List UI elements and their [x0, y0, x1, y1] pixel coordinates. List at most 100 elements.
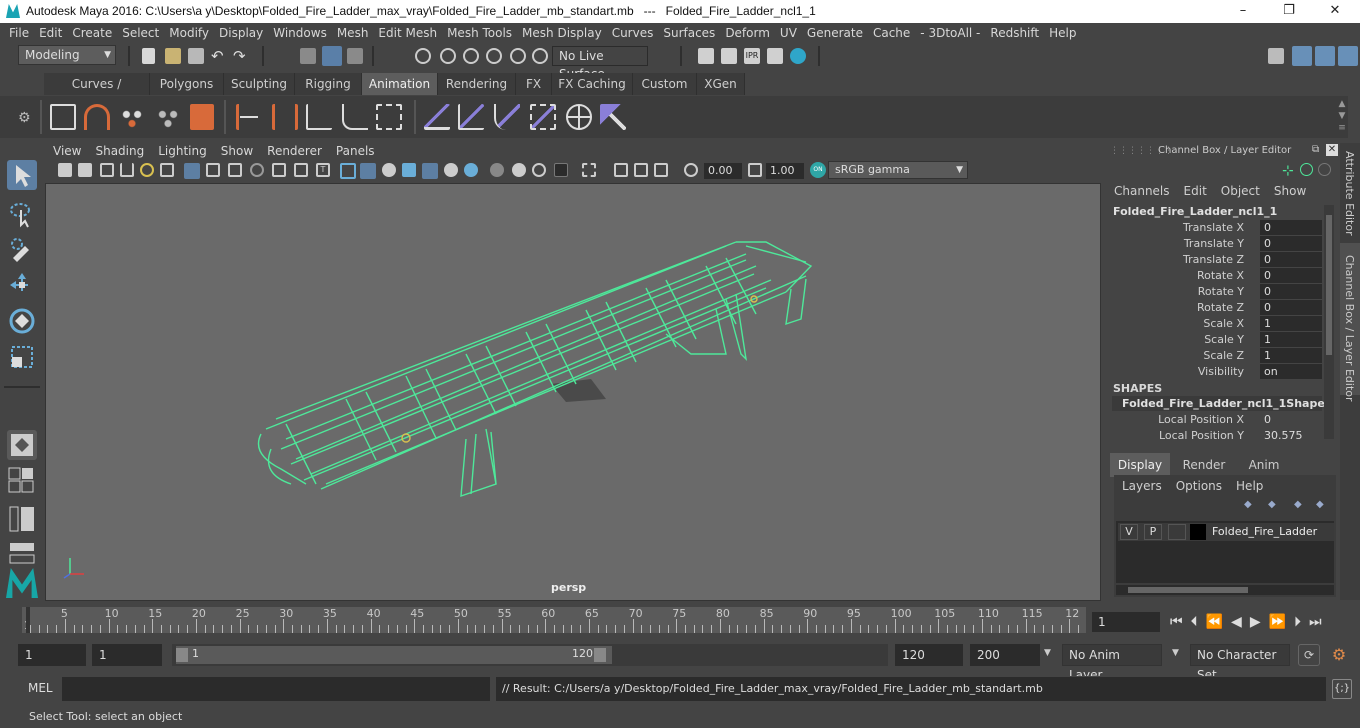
snap-to-view-plane-icon[interactable] — [486, 48, 502, 64]
tab-render[interactable]: Render — [1174, 453, 1234, 477]
select-tool-icon[interactable] — [7, 160, 37, 190]
cb-menu-object[interactable]: Object — [1221, 184, 1260, 198]
close-button[interactable]: ✕ — [1320, 2, 1350, 20]
attr-local-position-y[interactable]: Local Position Y 30.575 — [1104, 428, 1324, 444]
time-slider[interactable]: 1 51015202530354045505560657075808590951… — [22, 607, 1086, 633]
tab-animation[interactable]: Animation — [362, 73, 438, 95]
render-current-frame-icon[interactable] — [721, 48, 737, 64]
attr-value[interactable]: 0 — [1260, 284, 1322, 299]
shadows-icon[interactable] — [464, 163, 478, 177]
layer-hscrollbar[interactable] — [1116, 585, 1334, 595]
layer-menu-help[interactable]: Help — [1236, 479, 1263, 493]
wireframe-on-shaded-icon[interactable] — [382, 163, 396, 177]
layer-playback-toggle[interactable]: P — [1144, 524, 1162, 540]
safe-title-icon[interactable]: T — [316, 163, 330, 177]
make-live-icon[interactable] — [532, 48, 548, 64]
playback-start-field[interactable]: 1 — [92, 644, 162, 666]
vp-menu-shading[interactable]: Shading — [86, 143, 149, 160]
motion-blur-icon[interactable] — [512, 163, 526, 177]
maximize-button[interactable]: ❐ — [1274, 2, 1304, 20]
toggle-channel-box-icon[interactable] — [1338, 46, 1358, 66]
attr-value[interactable]: 1 — [1260, 348, 1322, 363]
tab-attribute-editor[interactable]: Attribute Editor — [1343, 151, 1356, 236]
script-editor-icon[interactable]: {;} — [1332, 679, 1352, 699]
2d-pan-zoom-icon[interactable] — [140, 163, 154, 177]
tab-rendering[interactable]: Rendering — [438, 73, 516, 95]
dope-sheet-icon[interactable] — [118, 104, 146, 130]
open-scene-icon[interactable] — [165, 48, 181, 64]
xray-joints-icon[interactable] — [654, 163, 668, 177]
menu-curves[interactable]: Curves — [607, 23, 659, 43]
new-layer-icon[interactable]: ◆ — [1244, 499, 1258, 510]
range-start-handle[interactable] — [176, 648, 188, 662]
channel-box-sync-icon[interactable] — [1300, 163, 1313, 176]
select-by-component-icon[interactable] — [347, 48, 363, 64]
chevron-down-icon[interactable]: ▼ — [1172, 648, 1179, 658]
attr-translate-y[interactable]: Translate Y 0 — [1104, 236, 1324, 252]
tab-custom[interactable]: Custom — [633, 73, 697, 95]
hypershade-icon[interactable] — [790, 48, 806, 64]
menu-deform[interactable]: Deform — [720, 23, 775, 43]
rotate-tool-icon[interactable] — [7, 306, 37, 336]
bookmark-icon[interactable] — [100, 163, 114, 177]
menu-cache[interactable]: Cache — [868, 23, 915, 43]
cb-menu-show[interactable]: Show — [1274, 184, 1306, 198]
layer-display-type-toggle[interactable] — [1168, 524, 1186, 540]
menu-edit-mesh[interactable]: Edit Mesh — [373, 23, 442, 43]
playback-end-field[interactable]: 120 — [895, 644, 963, 666]
tab-fx[interactable]: FX — [516, 73, 552, 95]
set-key-icon[interactable] — [236, 104, 262, 130]
four-view-layout-icon[interactable] — [7, 466, 37, 496]
screen-space-ao-icon[interactable] — [490, 163, 504, 177]
grease-pencil-icon[interactable] — [160, 163, 174, 177]
step-back-key-icon[interactable]: ⏪ — [1206, 614, 1231, 630]
layer-menu-layers[interactable]: Layers — [1122, 479, 1162, 493]
attr-value[interactable]: on — [1260, 364, 1322, 379]
wireframe-icon[interactable] — [340, 163, 356, 179]
move-tool-icon[interactable] — [7, 270, 37, 300]
attr-translate-x[interactable]: Translate X 0 — [1104, 220, 1324, 236]
auto-key-icon[interactable]: ⟳ — [1298, 644, 1320, 666]
move-layer-up-icon[interactable]: ◆ — [1294, 499, 1308, 510]
attr-local-position-x[interactable]: Local Position X 0 — [1104, 412, 1324, 428]
gamma-field[interactable]: 1.00 — [766, 163, 804, 179]
start-time-field[interactable]: 1 — [18, 644, 86, 666]
attr-scale-z[interactable]: Scale Z 1 — [1104, 348, 1324, 364]
menu-surfaces[interactable]: Surfaces — [658, 23, 720, 43]
exposure-icon[interactable] — [684, 163, 698, 177]
menuset-dropdown[interactable]: Modeling ▼ — [18, 45, 116, 65]
range-end-handle[interactable] — [594, 648, 606, 662]
menu-display[interactable]: Display — [214, 23, 268, 43]
single-perspective-layout-icon[interactable] — [7, 430, 37, 460]
cb-menu-channels[interactable]: Channels — [1114, 184, 1170, 198]
menu-uv[interactable]: UV — [775, 23, 802, 43]
joint-tool-icon[interactable] — [306, 104, 332, 130]
camera-attributes-icon[interactable] — [78, 163, 92, 177]
attr-translate-z[interactable]: Translate Z 0 — [1104, 252, 1324, 268]
vp-menu-view[interactable]: View — [44, 143, 86, 160]
go-to-start-icon[interactable]: ⏮ — [1170, 614, 1191, 630]
colorspace-dropdown[interactable]: sRGB gamma ▼ — [828, 161, 968, 179]
playblast-icon[interactable] — [50, 104, 76, 130]
exposure-field[interactable]: 0.00 — [704, 163, 742, 179]
snap-to-curve-icon[interactable] — [440, 48, 456, 64]
ik-handle-icon[interactable] — [342, 104, 368, 130]
workspace-icon[interactable] — [1268, 48, 1284, 64]
isolate-select-icon[interactable] — [582, 163, 596, 177]
save-scene-icon[interactable] — [188, 48, 204, 64]
menu-modify[interactable]: Modify — [164, 23, 214, 43]
tab-sculpting[interactable]: Sculpting — [224, 73, 295, 95]
use-all-lights-icon[interactable] — [444, 163, 458, 177]
ipr-render-icon[interactable]: IPR — [744, 48, 760, 64]
menu-redshift[interactable]: Redshift — [985, 23, 1044, 43]
layer-name[interactable]: Folded_Fire_Ladder — [1212, 524, 1317, 540]
trax-editor-icon[interactable] — [154, 104, 182, 130]
attr-rotate-y[interactable]: Rotate Y 0 — [1104, 284, 1324, 300]
select-camera-icon[interactable] — [58, 163, 72, 177]
channel-box-toggle-icon[interactable] — [1318, 163, 1331, 176]
render-settings-icon[interactable] — [767, 48, 783, 64]
step-forward-key-icon[interactable]: ⏩ — [1269, 614, 1294, 630]
snap-to-surface-icon[interactable] — [510, 48, 526, 64]
snap-to-point-icon[interactable] — [463, 48, 479, 64]
default-material-icon[interactable] — [402, 163, 416, 177]
